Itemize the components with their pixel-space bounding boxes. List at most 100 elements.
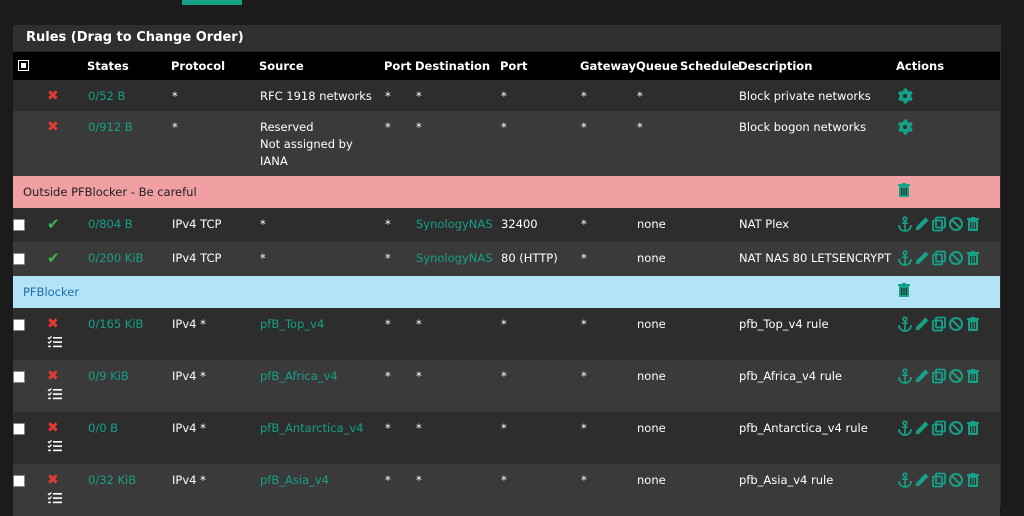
separator-actions (896, 276, 1000, 308)
pencil-icon[interactable] (914, 250, 930, 266)
source-cell: * (259, 208, 384, 242)
row-checkbox[interactable] (13, 253, 25, 265)
copy-icon[interactable] (931, 420, 947, 436)
states-cell[interactable]: 0/804 B (87, 208, 171, 242)
table-row[interactable]: ✔ 0/804 B IPv4 TCP * * SynologyNAS 32400 * none N… (13, 208, 1000, 242)
anchor-icon[interactable] (897, 216, 913, 232)
queue-cell: none (636, 208, 680, 242)
col-schedule[interactable]: Schedule (680, 52, 739, 80)
col-queue[interactable]: Queue (636, 52, 680, 80)
source-cell[interactable]: pfB_Asia_v4 (259, 464, 384, 516)
anchor-icon[interactable] (897, 368, 913, 384)
pencil-icon[interactable] (914, 472, 930, 488)
ban-icon[interactable] (948, 316, 964, 332)
col-gateway[interactable]: Gateway (580, 52, 636, 80)
anchor-icon[interactable] (897, 420, 913, 436)
source-cell[interactable]: pfB_Antarctica_v4 (259, 412, 384, 464)
gear-icon[interactable] (897, 88, 913, 104)
states-cell[interactable]: 0/0 B (87, 412, 171, 464)
gateway-cell: * (580, 242, 636, 276)
spacer-cell (26, 308, 46, 360)
x-icon[interactable]: ✖ (47, 472, 59, 488)
select-cell (13, 412, 26, 464)
trash-icon[interactable] (896, 282, 912, 298)
row-checkbox[interactable] (13, 371, 25, 383)
states-cell[interactable]: 0/9 KiB (87, 360, 171, 412)
pencil-icon[interactable] (914, 368, 930, 384)
col-states[interactable]: States (87, 52, 171, 80)
select-cell (13, 242, 26, 276)
row-checkbox[interactable] (13, 423, 25, 435)
col-source[interactable]: Source (259, 52, 384, 80)
states-cell[interactable]: 0/912 B (87, 111, 171, 176)
ban-icon[interactable] (948, 368, 964, 384)
row-checkbox[interactable] (13, 319, 25, 331)
source-cell[interactable]: pfB_Africa_v4 (259, 360, 384, 412)
col-port[interactable]: Port (384, 52, 415, 80)
row-checkbox[interactable] (13, 475, 25, 487)
col-dest-port[interactable]: Port (500, 52, 580, 80)
port-cell: * (384, 308, 415, 360)
trash-icon[interactable] (965, 216, 981, 232)
schedule-cell (680, 242, 738, 276)
table-header-row: States Protocol Source Port Destination … (13, 52, 1000, 80)
x-icon[interactable]: ✖ (47, 119, 59, 135)
destination-cell[interactable]: SynologyNAS (415, 208, 500, 242)
pencil-icon[interactable] (914, 316, 930, 332)
source-cell[interactable]: pfB_Top_v4 (259, 308, 384, 360)
copy-icon[interactable] (931, 472, 947, 488)
states-cell[interactable]: 0/200 KiB (87, 242, 171, 276)
pencil-icon[interactable] (914, 216, 930, 232)
ban-icon[interactable] (948, 420, 964, 436)
x-icon[interactable]: ✖ (47, 316, 59, 332)
anchor-icon[interactable] (897, 472, 913, 488)
col-destination[interactable]: Destination (415, 52, 500, 80)
select-all-checkbox[interactable] (18, 60, 29, 71)
trash-icon[interactable] (965, 250, 981, 266)
row-checkbox[interactable] (13, 219, 25, 231)
x-icon[interactable]: ✖ (47, 88, 59, 104)
copy-icon[interactable] (931, 316, 947, 332)
table-row[interactable]: ✖ 0/52 B * RFC 1918 networks * * * * * Block priv… (13, 80, 1000, 111)
trash-icon[interactable] (965, 420, 981, 436)
separator-outside-pfblocker[interactable]: Outside PFBlocker - Be careful (13, 176, 1000, 208)
table-row[interactable]: ✖ 0/165 KiB IPv4 * pfB_Top_v4 * * * * none pfb_To… (13, 308, 1000, 360)
states-cell[interactable]: 0/165 KiB (87, 308, 171, 360)
protocol-cell: IPv4 TCP (171, 242, 259, 276)
trash-icon[interactable] (896, 182, 912, 198)
states-cell[interactable]: 0/32 KiB (87, 464, 171, 516)
copy-icon[interactable] (931, 250, 947, 266)
gear-icon[interactable] (897, 119, 913, 135)
destination-cell[interactable]: SynologyNAS (415, 242, 500, 276)
x-icon[interactable]: ✖ (47, 368, 59, 384)
dest-port-cell: * (500, 464, 580, 516)
status-cell: ✔ (46, 242, 87, 276)
check-icon[interactable]: ✔ (47, 215, 60, 233)
trash-icon[interactable] (965, 368, 981, 384)
table-row[interactable]: ✖ 0/0 B IPv4 * pfB_Antarctica_v4 * * * * none pfb… (13, 412, 1000, 464)
trash-icon[interactable] (965, 316, 981, 332)
x-icon[interactable]: ✖ (47, 420, 59, 436)
copy-icon[interactable] (931, 368, 947, 384)
description-cell: NAT NAS 80 LETSENCRYPT (738, 242, 896, 276)
ban-icon[interactable] (948, 250, 964, 266)
table-row[interactable]: ✖ 0/912 B * Reserved Not assigned by IANA * *… (13, 111, 1000, 176)
table-row[interactable]: ✖ 0/9 KiB IPv4 * pfB_Africa_v4 * * * * none pfb_A… (13, 360, 1000, 412)
check-icon[interactable]: ✔ (47, 249, 60, 267)
separator-pfblocker[interactable]: PFBlocker (13, 276, 1000, 308)
states-cell[interactable]: 0/52 B (87, 80, 171, 111)
ban-icon[interactable] (948, 216, 964, 232)
col-actions: Actions (896, 52, 1000, 80)
pencil-icon[interactable] (914, 420, 930, 436)
anchor-icon[interactable] (897, 250, 913, 266)
trash-icon[interactable] (965, 472, 981, 488)
col-description[interactable]: Description (738, 52, 896, 80)
schedule-cell (680, 412, 738, 464)
table-row[interactable]: ✖ 0/32 KiB IPv4 * pfB_Asia_v4 * * * * none pfb_As… (13, 464, 1000, 516)
anchor-icon[interactable] (897, 316, 913, 332)
ban-icon[interactable] (948, 472, 964, 488)
queue-cell: none (636, 412, 680, 464)
table-row[interactable]: ✔ 0/200 KiB IPv4 TCP * * SynologyNAS 80 (HTTP)… (13, 242, 1000, 276)
copy-icon[interactable] (931, 216, 947, 232)
col-protocol[interactable]: Protocol (171, 52, 259, 80)
